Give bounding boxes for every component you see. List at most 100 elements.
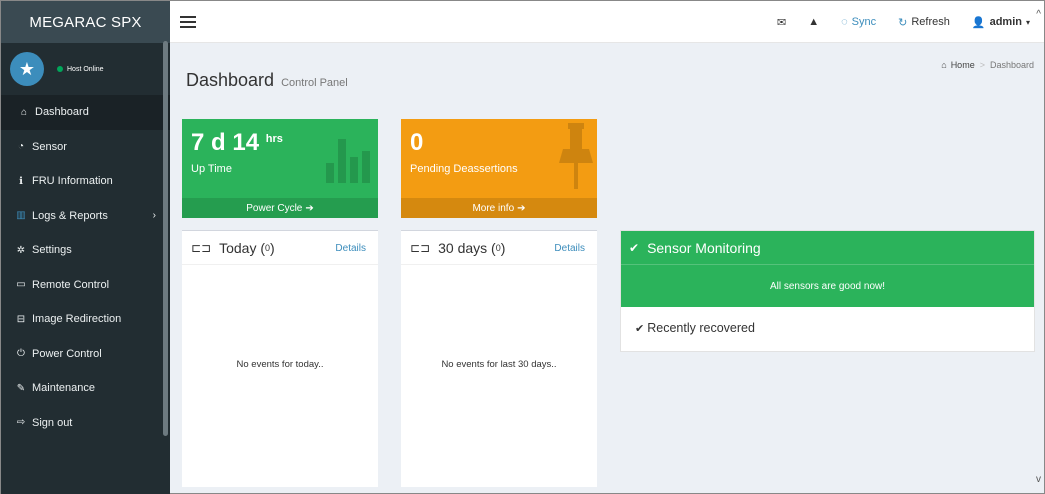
recently-recovered-label: Recently recovered xyxy=(647,321,755,335)
days30-empty-message: No events for last 30 days.. xyxy=(441,359,557,370)
sidebar-item-fru-information[interactable]: ℹ FRU Information xyxy=(1,164,170,199)
sidebar-item-label: Dashboard xyxy=(35,106,89,119)
sidebar-item-logs-reports[interactable]: ▥ Logs & Reports › xyxy=(1,199,170,234)
breadcrumb-current: Dashboard xyxy=(989,60,1034,70)
page-subtitle: Control Panel xyxy=(281,77,348,89)
sidebar-item-dashboard[interactable]: ⌂ Dashboard xyxy=(1,95,170,130)
info-icon: ℹ xyxy=(19,175,23,187)
pushpin-icon xyxy=(559,123,593,189)
sidebar-item-label: Logs & Reports xyxy=(32,209,108,222)
sidebar-item-settings[interactable]: ✲ Settings xyxy=(1,233,170,268)
scroll-down-icon[interactable]: v xyxy=(1036,474,1041,485)
days30-details-link[interactable]: Details xyxy=(554,243,585,254)
drive-icon: ⊟ xyxy=(16,313,26,325)
sidebar-item-sensor[interactable]: ◔ Sensor xyxy=(1,130,170,165)
breadcrumb: ⌂ Home > Dashboard xyxy=(941,60,1034,70)
power-cycle-link[interactable]: Power Cycle ➔ xyxy=(182,198,378,218)
messages-button[interactable]: ✉ xyxy=(777,16,786,29)
check-circle-icon: ✔ xyxy=(629,240,640,255)
pending-box: 0 Pending Deassertions More info ➔ xyxy=(401,119,597,218)
sensor-header: ✔ Sensor Monitoring xyxy=(621,231,1034,264)
chevron-right-icon: › xyxy=(152,210,156,222)
sidebar-item-power-control[interactable]: ⏻ Power Control xyxy=(1,337,170,372)
page-title-text: Dashboard xyxy=(186,70,275,90)
sidebar-item-label: Maintenance xyxy=(32,382,95,395)
uptime-unit: hrs xyxy=(265,133,283,145)
sidebar-item-label: Settings xyxy=(32,244,72,257)
monitor-icon: ▭ xyxy=(16,279,26,291)
sidebar: MEGARAC SPX ★ Host Online ⌂ Dashboard ◔ … xyxy=(1,1,170,494)
dashboard-icon: ◔ xyxy=(17,141,25,153)
power-icon: ⏻ xyxy=(17,348,25,360)
sidebar-menu: ⌂ Dashboard ◔ Sensor ℹ FRU Information ▥… xyxy=(1,95,170,440)
breadcrumb-separator: > xyxy=(979,60,985,70)
more-info-link[interactable]: More info ➔ xyxy=(401,198,597,218)
navbar-right: ✉ ▲ ◌ Sync ↻ Refresh 👤 admin ▾ xyxy=(755,1,1030,43)
sign-out-icon: ⇨ xyxy=(16,417,26,429)
refresh-label: Refresh xyxy=(911,16,950,28)
page-title: Dashboard Control Panel xyxy=(186,70,348,91)
refresh-button[interactable]: ↻ Refresh xyxy=(898,16,950,29)
wrench-icon: ✎ xyxy=(16,382,26,394)
sync-icon: ◌ xyxy=(841,16,848,28)
days30-count: 0 xyxy=(495,242,501,253)
brand-logo[interactable]: MEGARAC SPX xyxy=(1,1,170,43)
sync-label: Sync xyxy=(851,16,877,28)
star-avatar-icon: ★ xyxy=(10,52,44,86)
days30-header: ⊏⊐ 30 days (0) Details xyxy=(401,231,597,265)
top-navbar: ✉ ▲ ◌ Sync ↻ Refresh 👤 admin ▾ ^ xyxy=(170,1,1044,43)
hamburger-menu-icon[interactable] xyxy=(180,15,196,28)
sidebar-item-label: Power Control xyxy=(32,347,102,360)
user-icon: 👤 xyxy=(971,16,986,29)
sync-button[interactable]: ◌ Sync xyxy=(841,16,876,28)
today-title: ⊏⊐ Today (0) xyxy=(191,239,275,256)
sidebar-item-maintenance[interactable]: ✎ Maintenance xyxy=(1,371,170,406)
status-dot-icon xyxy=(57,66,63,72)
days30-title: ⊏⊐ 30 days (0) xyxy=(410,239,506,256)
more-info-label: More info xyxy=(472,202,515,214)
user-name: admin xyxy=(989,16,1022,28)
sensor-monitoring-box: ✔ Sensor Monitoring All sensors are good… xyxy=(620,230,1035,352)
host-status: Host Online xyxy=(57,66,104,73)
sidebar-item-label: Image Redirection xyxy=(32,313,122,326)
uptime-days: 7 d 14 xyxy=(191,129,260,156)
scroll-up-icon[interactable]: ^ xyxy=(1036,9,1041,20)
today-title-text: Today xyxy=(219,239,257,256)
sidebar-item-label: FRU Information xyxy=(32,175,113,188)
sidebar-scrollbar[interactable] xyxy=(163,41,168,436)
pending-inner: 0 Pending Deassertions xyxy=(401,119,597,198)
alerts-button[interactable]: ▲ xyxy=(808,16,819,28)
today-events-box: ⊏⊐ Today (0) Details No events for today… xyxy=(182,230,378,487)
host-status-label: Host Online xyxy=(67,65,104,73)
recently-recovered: ✔ Recently recovered xyxy=(621,307,1034,335)
gear-icon: ✲ xyxy=(16,244,26,256)
sidebar-item-sign-out[interactable]: ⇨ Sign out xyxy=(1,406,170,441)
sidebar-item-remote-control[interactable]: ▭ Remote Control xyxy=(1,268,170,303)
uptime-inner: 7 d 14 hrs Up Time xyxy=(182,119,378,198)
uptime-box: 7 d 14 hrs Up Time Power Cycle ➔ xyxy=(182,119,378,218)
arrow-circle-right-icon: ➔ xyxy=(305,202,314,214)
sensor-title: Sensor Monitoring xyxy=(647,239,761,256)
power-cycle-label: Power Cycle xyxy=(246,202,303,214)
breadcrumb-home[interactable]: Home xyxy=(951,60,975,70)
refresh-icon: ↻ xyxy=(898,16,908,29)
sidebar-item-image-redirection[interactable]: ⊟ Image Redirection xyxy=(1,302,170,337)
home-icon: ⌂ xyxy=(20,106,28,118)
sidebar-item-label: Sensor xyxy=(32,140,67,153)
user-menu[interactable]: 👤 admin ▾ xyxy=(972,16,1030,29)
days30-title-text: 30 days xyxy=(438,239,488,256)
home-icon: ⌂ xyxy=(941,60,947,70)
content-area: Dashboard Control Panel ⌂ Home > Dashboa… xyxy=(170,43,1044,493)
today-details-link[interactable]: Details xyxy=(335,243,366,254)
inbox-icon: ⊏⊐ xyxy=(410,240,431,255)
envelope-icon: ✉ xyxy=(777,16,787,29)
bar-chart-icon xyxy=(326,139,370,183)
inbox-icon: ⊏⊐ xyxy=(191,240,212,255)
user-panel: ★ Host Online xyxy=(1,43,170,95)
sensor-status-message: All sensors are good now! xyxy=(621,264,1034,307)
today-empty-message: No events for today.. xyxy=(236,359,324,370)
arrow-circle-right-icon: ➔ xyxy=(517,202,526,214)
days30-events-box: ⊏⊐ 30 days (0) Details No events for las… xyxy=(401,230,597,487)
caret-down-icon: ▾ xyxy=(1025,17,1030,27)
check-circle-outline-icon: ✔ xyxy=(635,322,645,335)
